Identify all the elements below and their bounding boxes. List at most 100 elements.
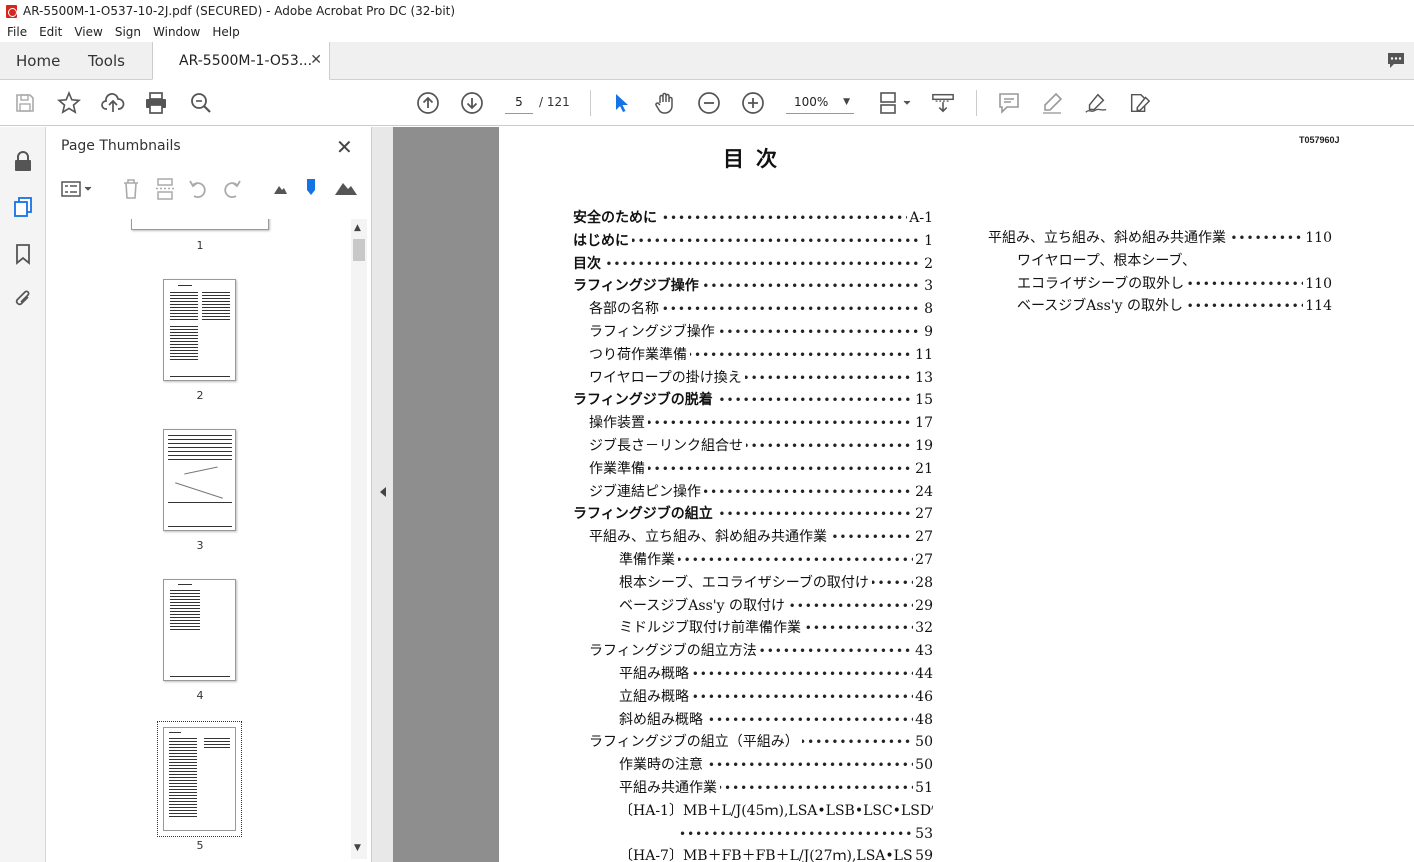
thumbnail-size-slider-icon[interactable]: [304, 177, 318, 197]
search-zoom-icon[interactable]: [189, 91, 213, 115]
toc-entry[interactable]: ••••••••••••••••••••••••••••••••••••••••…: [573, 252, 933, 275]
rotate-right-icon[interactable]: [221, 177, 243, 201]
toc-entry[interactable]: ••••••••••••••••••••••••••••••••••••••••…: [589, 457, 933, 480]
toc-entry[interactable]: ••••••••••••••••••••••••••••••••••••••••…: [619, 754, 933, 777]
toc-entry-title: ラフィングジブ操作: [573, 278, 702, 295]
page-fit-icon[interactable]: [877, 91, 913, 115]
print-icon[interactable]: [144, 91, 168, 115]
star-icon[interactable]: [57, 91, 81, 115]
toc-entry[interactable]: ••••••••••••••••••••••••••••••••••••••••…: [573, 229, 933, 252]
chevron-down-icon: ▼: [843, 97, 850, 107]
toc-entry[interactable]: ••••••••••••••••••••••••••••••••••••••••…: [619, 617, 933, 640]
toc-entry[interactable]: ••••••••••••••••••••••••••••••••••••••••…: [619, 845, 933, 862]
page-thumbnail[interactable]: [163, 429, 236, 531]
tab-document[interactable]: AR-5500M-1-O53... ✕: [152, 42, 330, 80]
toc-entry[interactable]: 〔HA-1〕MB＋L/J(45ｍ),LSA•LSB•LSC•LSD性能: [619, 800, 933, 822]
toc-entry[interactable]: ••••••••••••••••••••••••••••••••••••••••…: [589, 731, 933, 754]
scroll-up-icon[interactable]: ▲: [354, 223, 361, 233]
menu-file[interactable]: File: [7, 25, 27, 39]
toc-entry[interactable]: ••••••••••••••••••••••••••••••••••••••••…: [589, 640, 933, 663]
close-panel-icon[interactable]: ✕: [336, 135, 353, 159]
larger-thumbnails-icon[interactable]: [334, 179, 358, 197]
toc-entry[interactable]: ワイヤロープ、根本シーブ、: [1017, 250, 1332, 272]
panel-collapse-handle[interactable]: [371, 127, 393, 862]
toc-entry[interactable]: ••••••••••••••••••••••••••••••••••••••••…: [988, 227, 1332, 249]
menu-help[interactable]: Help: [212, 25, 239, 39]
toc-entry-page: 114: [1303, 295, 1332, 318]
sign-pen-icon[interactable]: [1084, 91, 1108, 115]
tab-tools[interactable]: Tools: [88, 42, 125, 80]
tab-home[interactable]: Home: [16, 42, 60, 80]
toc-entry[interactable]: ••••••••••••••••••••••••••••••••••••••••…: [589, 412, 933, 435]
select-cursor-icon[interactable]: [609, 91, 633, 115]
toc-entry-title: 各部の名称: [589, 301, 662, 318]
toc-entry-title: 根本シーブ、エコライザシーブの取付け: [619, 574, 872, 591]
page-number-label: 5: [196, 839, 204, 852]
cloud-upload-icon[interactable]: [101, 91, 125, 115]
page-thumbnail-selected[interactable]: [157, 721, 242, 837]
toc-entry[interactable]: ••••••••••••••••••••••••••••••••••••••••…: [1017, 272, 1332, 295]
toc-entry[interactable]: ••••••••••••••••••••••••••••••••••••••••…: [589, 343, 933, 366]
toc-entry[interactable]: ••••••••••••••••••••••••••••••••••••••••…: [573, 207, 933, 229]
menu-edit[interactable]: Edit: [39, 25, 62, 39]
attachment-icon[interactable]: [11, 287, 35, 311]
document-view[interactable]: T057960J 目次 ••••••••••••••••••••••••••••…: [393, 127, 1414, 862]
page-thumbnail[interactable]: [163, 579, 236, 681]
menu-view[interactable]: View: [74, 25, 102, 39]
toc-entry-page: 27: [913, 503, 933, 526]
toc-entry-title: 平組み共通作業: [619, 780, 720, 796]
smaller-thumbnails-icon[interactable]: [272, 181, 288, 197]
rotate-left-icon[interactable]: [187, 177, 209, 201]
highlight-pen-icon[interactable]: [1040, 91, 1064, 115]
toc-entry[interactable]: ••••••••••••••••••••••••••••••••••••••••…: [589, 298, 933, 321]
toc-entry[interactable]: ••••••••••••••••••••••••••••••••••••••••…: [619, 777, 933, 799]
toc-entry[interactable]: ••••••••••••••••••••••••••••••••••••••••…: [589, 321, 933, 343]
toc-entry[interactable]: ••••••••••••••••••••••••••••••••••••••••…: [589, 435, 933, 457]
page-thumbnails-icon[interactable]: [11, 195, 35, 219]
zoom-in-icon[interactable]: [741, 91, 765, 115]
lock-icon[interactable]: [11, 149, 35, 173]
scroll-down-icon[interactable]: ▼: [354, 843, 361, 853]
toc-entry[interactable]: ••••••••••••••••••••••••••••••••••••••••…: [1017, 295, 1332, 318]
page-number-input[interactable]: [505, 90, 533, 114]
tab-document-label: AR-5500M-1-O53...: [179, 52, 313, 69]
menu-window[interactable]: Window: [153, 25, 200, 39]
hand-tool-icon[interactable]: [653, 91, 677, 115]
toc-entry[interactable]: ••••••••••••••••••••••••••••••••••••••••…: [619, 571, 933, 594]
toc-entry[interactable]: ••••••••••••••••••••••••••••••••••••••••…: [679, 822, 933, 845]
scroll-mode-icon[interactable]: [931, 91, 955, 115]
toc-entry[interactable]: ••••••••••••••••••••••••••••••••••••••••…: [619, 708, 933, 731]
insert-page-icon[interactable]: [154, 177, 176, 201]
page-thumbnail[interactable]: [163, 279, 236, 381]
previous-page-icon[interactable]: [416, 91, 440, 115]
toc-entry[interactable]: ••••••••••••••••••••••••••••••••••••••••…: [573, 389, 933, 412]
menu-sign[interactable]: Sign: [115, 25, 141, 39]
thumbnail-scrollbar[interactable]: ▲ ▼: [351, 219, 367, 859]
options-menu-icon[interactable]: [60, 179, 94, 199]
add-comment-icon[interactable]: [997, 91, 1021, 115]
page-thumbnail[interactable]: [131, 219, 269, 230]
toc-entry[interactable]: ••••••••••••••••••••••••••••••••••••••••…: [589, 366, 933, 389]
toc-entry[interactable]: ••••••••••••••••••••••••••••••••••••••••…: [589, 526, 933, 549]
toc-entry[interactable]: ••••••••••••••••••••••••••••••••••••••••…: [619, 663, 933, 685]
toc-entry[interactable]: ••••••••••••••••••••••••••••••••••••••••…: [573, 503, 933, 526]
bookmark-icon[interactable]: [11, 242, 35, 266]
toc-entry-title: はじめに: [573, 232, 632, 249]
toc-entry[interactable]: ••••••••••••••••••••••••••••••••••••••••…: [619, 685, 933, 708]
tab-bar: Home Tools AR-5500M-1-O53... ✕: [0, 42, 1414, 80]
window-titlebar: AR-5500M-1-O537-10-2J.pdf (SECURED) - Ad…: [0, 0, 1414, 22]
toc-entry[interactable]: ••••••••••••••••••••••••••••••••••••••••…: [589, 480, 933, 503]
zoom-level-dropdown[interactable]: 100% ▼: [786, 90, 854, 114]
delete-page-icon[interactable]: [120, 177, 142, 201]
scrollbar-thumb[interactable]: [353, 239, 365, 261]
fill-sign-icon[interactable]: [1128, 91, 1152, 115]
toc-entry[interactable]: ••••••••••••••••••••••••••••••••••••••••…: [619, 549, 933, 571]
toc-entry[interactable]: ••••••••••••••••••••••••••••••••••••••••…: [619, 594, 933, 617]
close-tab-icon[interactable]: ✕: [310, 52, 322, 68]
comment-icon[interactable]: [1386, 52, 1406, 69]
next-page-icon[interactable]: [460, 91, 484, 115]
save-icon[interactable]: [13, 91, 37, 115]
toc-entry-title: 平組み、立ち組み、斜め組み共通作業: [988, 230, 1229, 246]
toc-entry[interactable]: ••••••••••••••••••••••••••••••••••••••••…: [573, 275, 933, 298]
zoom-out-icon[interactable]: [697, 91, 721, 115]
